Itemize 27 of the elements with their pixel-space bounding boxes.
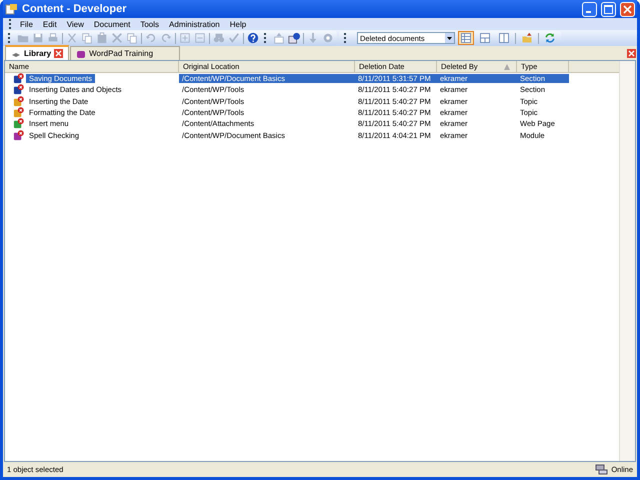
menu-item[interactable]: View: [62, 20, 89, 28]
tab[interactable]: WordPad Training: [70, 46, 180, 60]
close-icon[interactable]: [627, 49, 636, 58]
scrollbar[interactable]: [619, 61, 635, 461]
app-icon: [5, 2, 18, 16]
close-button[interactable]: [620, 2, 635, 16]
caret-icon: [447, 36, 452, 40]
maximize-icon: [604, 4, 613, 14]
module-icon: [76, 48, 86, 58]
close-tab-icon[interactable]: [54, 49, 64, 58]
horizontal-split-icon[interactable]: [477, 31, 493, 45]
tab[interactable]: Library: [5, 45, 70, 60]
minimize-button[interactable]: [582, 2, 597, 16]
minimize-icon: [586, 10, 590, 12]
vertical-split-icon[interactable]: [496, 31, 512, 45]
menu-item[interactable]: Administration: [164, 20, 225, 28]
grid-view-icon[interactable]: [458, 31, 474, 45]
menu-item[interactable]: Edit: [38, 20, 62, 28]
menu-item[interactable]: File: [15, 20, 38, 28]
help-icon[interactable]: [247, 32, 259, 44]
menu-item[interactable]: Tools: [135, 20, 164, 28]
network-icon: [595, 464, 608, 475]
menu-item[interactable]: Help: [224, 20, 252, 28]
menu-item[interactable]: Document: [88, 20, 136, 28]
close-icon: [623, 4, 632, 14]
window-title: Content - Developer: [22, 3, 128, 15]
maximize-button[interactable]: [601, 2, 616, 16]
